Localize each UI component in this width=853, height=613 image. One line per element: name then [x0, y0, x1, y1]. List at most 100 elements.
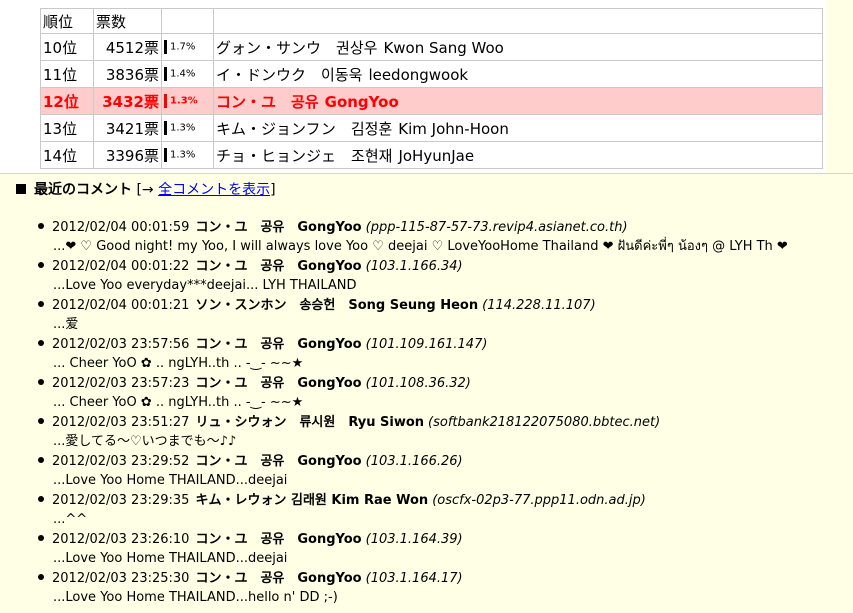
comment-meta: 2012/02/03 23:57:56 コン・ユ 공유 GongYoo (101.1… [38, 335, 487, 354]
comment-datetime: 2012/02/03 23:29:52 [52, 454, 190, 469]
vote-bar-icon [164, 148, 167, 162]
name-english: GongYoo [324, 92, 399, 111]
name-english: Kwon Sang Woo [383, 38, 504, 57]
bullet-icon [38, 535, 44, 541]
bullet-icon [38, 418, 44, 424]
comment-datetime: 2012/02/03 23:29:35 [52, 493, 190, 508]
comment-item: 2012/02/03 23:51:27 リュ・シウォン 류시원 Ryu Siwon… [0, 413, 853, 452]
ranking-panel: 順位 票数 10位 4512票 1.7% グォン・サンウ 권상우 Kwon Sang W… [0, 0, 853, 173]
comment-item: 2012/02/03 23:29:35 キム・レウォン 김래원 Kim Rae W… [0, 491, 853, 530]
name-cell: キム・ジョンフン 김정훈 Kim John-Hoon [213, 114, 823, 142]
bar-cell: 1.7% [161, 33, 214, 61]
comment-target: コン・ユ 공유 GongYoo [195, 259, 362, 274]
ranking-header-row: 順位 票数 [40, 8, 823, 34]
comment-meta: 2012/02/03 23:29:52 コン・ユ 공유 GongYoo (103.1… [38, 452, 463, 471]
header-votes: 票数 [93, 8, 162, 34]
name-kana: チョ・ヒョンジェ [216, 146, 337, 165]
ranking-row: 14位 3396票 1.3% チョ・ヒョンジェ 조현재 JoHyunJae [40, 141, 823, 169]
comments-title: 最近のコメント [34, 182, 132, 198]
comment-target: コン・ユ 공유 GongYoo [195, 571, 362, 586]
name-kana: キム・ジョンフン [216, 119, 336, 138]
vote-bar-icon [164, 94, 167, 108]
comment-target: コン・ユ 공유 GongYoo [195, 376, 362, 391]
comment-text: ...爱 [53, 317, 79, 332]
side-strip [826, 0, 853, 173]
name-kana: コン・ユ [216, 92, 277, 111]
comment-target: リュ・シウォン 류시원 Ryu Siwon [195, 415, 425, 430]
name-korean: 김정훈 [350, 119, 393, 138]
bullet-icon [38, 223, 44, 229]
bar-cell: 1.3% [161, 141, 214, 169]
vote-bar-icon [164, 67, 167, 81]
comment-host: (oscfx-02p3-77.ppp11.odn.ad.jp) [432, 493, 646, 508]
rank-cell: 10位 [40, 33, 94, 61]
comment-item: 2012/02/03 23:57:23 コン・ユ 공유 GongYoo (101.1… [0, 374, 853, 413]
vote-percent: 1.3% [170, 149, 196, 161]
comment-datetime: 2012/02/04 00:01:21 [52, 298, 190, 313]
comment-item: 2012/02/03 23:26:10 コン・ユ 공유 GongYoo (103.1… [0, 530, 853, 569]
comment-datetime: 2012/02/03 23:57:56 [52, 337, 190, 352]
comment-item: 2012/02/03 23:25:30 コン・ユ 공유 GongYoo (103.1… [0, 569, 853, 608]
bullet-icon [38, 262, 44, 268]
comment-datetime: 2012/02/03 23:57:23 [52, 376, 190, 391]
rank-cell: 11位 [40, 60, 94, 88]
comment-list: 2012/02/04 00:01:59 コン・ユ 공유 GongYoo (ppp-1… [0, 218, 853, 608]
name-cell: コン・ユ 공유 GongYoo [213, 87, 823, 115]
comment-text: ... Cheer YoO ✿ .. ngLYH..th .. ‐‿‐ ~~★ [53, 356, 304, 371]
vote-percent: 1.7% [170, 41, 196, 53]
comment-text: ...Love Yoo Home THAILAND...deejai [53, 473, 288, 488]
bullet-icon [38, 301, 44, 307]
comment-datetime: 2012/02/03 23:25:30 [52, 571, 190, 586]
comment-item: 2012/02/04 00:01:21 ソン・スンホン 송승헌 Song Seun… [0, 296, 853, 335]
name-korean: 이동욱 [321, 65, 363, 84]
comment-host: (114.228.11.107) [482, 298, 596, 313]
comment-target: コン・ユ 공유 GongYoo [195, 532, 362, 547]
comment-target: コン・ユ 공유 GongYoo [195, 454, 362, 469]
comment-text: ...^^ [53, 512, 88, 527]
vote-percent: 1.3% [170, 122, 196, 134]
comment-host: (103.1.164.39) [365, 532, 463, 547]
comment-item: 2012/02/04 00:01:59 コン・ユ 공유 GongYoo (ppp-1… [0, 218, 853, 257]
votes-cell: 3421票 [93, 114, 162, 142]
bullet-icon [38, 340, 44, 346]
name-kana: イ・ドンウク [216, 65, 307, 84]
bullet-icon [38, 379, 44, 385]
header-bar [161, 8, 214, 34]
comment-host: (103.1.166.26) [365, 454, 463, 469]
comment-text: ...愛してる～♡いつまでも～♪♪ [53, 434, 237, 449]
bar-cell: 1.3% [161, 114, 214, 142]
name-cell: イ・ドンウク 이동욱 leedongwook [213, 60, 823, 88]
ranking-row: 11位 3836票 1.4% イ・ドンウク 이동욱 leedongwook [40, 60, 823, 88]
name-cell: グォン・サンウ 권상우 Kwon Sang Woo [213, 33, 823, 61]
link-prefix: [→ [136, 182, 154, 198]
link-suffix: ] [270, 182, 276, 198]
comment-meta: 2012/02/03 23:51:27 リュ・シウォン 류시원 Ryu Siwon… [38, 413, 660, 432]
comment-meta: 2012/02/04 00:01:59 コン・ユ 공유 GongYoo (ppp-1… [38, 218, 628, 237]
comment-datetime: 2012/02/03 23:26:10 [52, 532, 190, 547]
comment-meta: 2012/02/03 23:57:23 コン・ユ 공유 GongYoo (101.1… [38, 374, 471, 393]
vote-percent: 1.3% [170, 95, 198, 107]
comment-meta: 2012/02/04 00:01:21 ソン・スンホン 송승헌 Song Seun… [38, 296, 596, 315]
comment-text: ...Love Yoo everyday***deejai... LYH THA… [53, 278, 357, 293]
comment-datetime: 2012/02/03 23:51:27 [52, 415, 190, 430]
name-korean: 조현재 [351, 146, 393, 165]
comment-item: 2012/02/04 00:01:22 コン・ユ 공유 GongYoo (103.1… [0, 257, 853, 296]
header-rank: 順位 [40, 8, 94, 34]
ranking-row: 13位 3421票 1.3% キム・ジョンフン 김정훈 Kim John-Hoon [40, 114, 823, 142]
comment-item: 2012/02/03 23:57:56 コン・ユ 공유 GongYoo (101.1… [0, 335, 853, 374]
comment-target: コン・ユ 공유 GongYoo [195, 337, 362, 352]
name-cell: チョ・ヒョンジェ 조현재 JoHyunJae [213, 141, 823, 169]
name-korean: 공유 [291, 92, 319, 111]
show-all-comments-link[interactable]: 全コメントを表示 [158, 182, 270, 198]
comment-host: (softbank218122075080.bbtec.net) [428, 415, 661, 430]
rank-cell: 12位 [40, 87, 94, 115]
bar-cell: 1.3% [161, 87, 214, 115]
bullet-icon [38, 574, 44, 580]
comment-host: (101.109.161.147) [365, 337, 488, 352]
rank-cell: 14位 [40, 141, 94, 169]
comment-meta: 2012/02/03 23:29:35 キム・レウォン 김래원 Kim Rae W… [38, 491, 646, 510]
comment-target: キム・レウォン 김래원 Kim Rae Won [195, 493, 429, 508]
square-bullet-icon [16, 184, 26, 194]
vote-bar-icon [164, 40, 167, 54]
name-kana: グォン・サンウ [216, 38, 322, 57]
